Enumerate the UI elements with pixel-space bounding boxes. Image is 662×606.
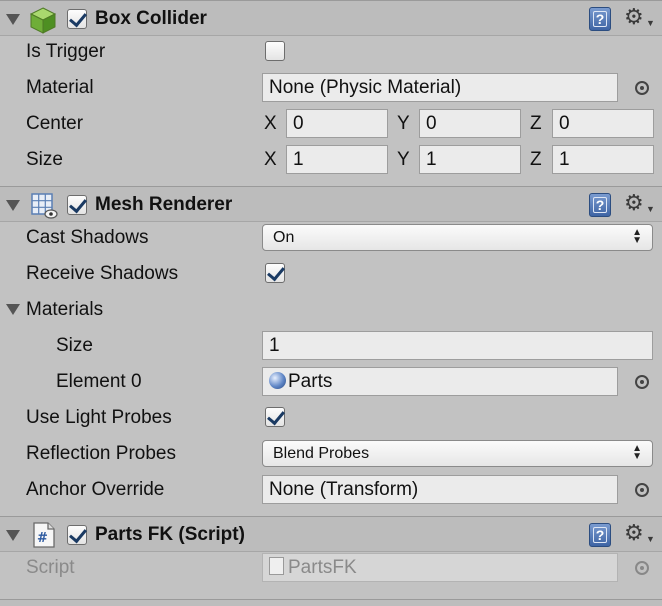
cast-shadows-label: Cast Shadows [26,227,149,248]
reflection-probes-value: Blend Probes [273,445,370,462]
dropdown-arrows-icon: ▲ ▼ [632,443,642,462]
help-book-icon[interactable]: ? [589,523,611,547]
box-collider-foldout-arrow[interactable] [6,14,20,25]
element-0-field[interactable]: Parts [262,367,618,396]
parts-fk-foldout-arrow[interactable] [6,530,20,541]
parts-fk-header[interactable]: # Parts FK (Script) ? ⚙ ▼ [0,516,662,552]
gear-caret-icon: ▼ [646,18,655,28]
green-cube-icon [29,6,57,40]
svg-text:#: # [37,531,48,546]
receive-shadows-label: Receive Shadows [26,263,179,284]
center-z-field[interactable]: 0 [552,109,654,138]
element-0-label: Element 0 [56,371,142,392]
gear-caret-icon: ▼ [646,204,655,214]
material-picker-icon[interactable] [635,81,649,95]
script-picker-icon [635,561,649,575]
anchor-override-label: Anchor Override [26,479,165,500]
mesh-renderer-foldout-arrow[interactable] [6,200,20,211]
size-z-field[interactable]: 1 [552,145,654,174]
script-file-icon [269,557,284,575]
material-field[interactable]: None (Physic Material) [262,73,618,102]
cast-shadows-dropdown[interactable]: On ▲ ▼ [262,224,653,251]
anchor-override-field[interactable]: None (Transform) [262,475,618,504]
gear-icon[interactable]: ⚙ [624,522,644,544]
parts-fk-title: Parts FK (Script) [95,524,245,545]
materials-label[interactable]: Materials [26,299,103,321]
size-label: Size [26,149,63,170]
use-light-probes-label: Use Light Probes [26,407,172,428]
cast-shadows-value: On [273,229,295,246]
help-book-icon[interactable]: ? [589,7,611,31]
help-book-icon[interactable]: ? [589,193,611,217]
inspector-bottom-divider [0,599,662,606]
center-x-field[interactable]: 0 [286,109,388,138]
element-0-picker-icon[interactable] [635,375,649,389]
mesh-renderer-header[interactable]: Mesh Renderer ? ⚙ ▼ [0,186,662,222]
size-y-field[interactable]: 1 [419,145,521,174]
use-light-probes-checkbox[interactable] [265,407,285,427]
size-z-label[interactable]: Z [530,149,542,171]
reflection-probes-dropdown[interactable]: Blend Probes ▲ ▼ [262,440,653,467]
receive-shadows-checkbox[interactable] [265,263,285,283]
is-trigger-label: Is Trigger [26,41,106,62]
parts-fk-enabled-checkbox[interactable] [67,525,87,545]
center-z-label[interactable]: Z [530,113,542,135]
center-x-label[interactable]: X [264,113,277,135]
materials-size-field[interactable]: 1 [262,331,653,360]
script-field: PartsFK [262,553,618,582]
script-label: Script [26,557,75,578]
box-collider-header[interactable]: Box Collider ? ⚙ ▼ [0,0,662,36]
anchor-override-picker-icon[interactable] [635,483,649,497]
box-collider-title: Box Collider [95,8,207,29]
material-label: Material [26,77,94,98]
reflection-probes-label: Reflection Probes [26,443,176,464]
mesh-grid-icon [30,192,58,226]
mesh-renderer-enabled-checkbox[interactable] [67,195,87,215]
center-label: Center [26,113,84,134]
csharp-script-icon: # [31,522,57,554]
gear-icon[interactable]: ⚙ [624,6,644,28]
materials-size-label: Size [56,335,93,356]
gear-icon[interactable]: ⚙ [624,192,644,214]
gear-caret-icon: ▼ [646,534,655,544]
mesh-renderer-title: Mesh Renderer [95,194,233,215]
script-value: PartsFK [288,557,357,578]
element-0-value: Parts [288,371,333,392]
dropdown-arrows-icon: ▲ ▼ [632,227,642,246]
size-x-label[interactable]: X [264,149,277,171]
is-trigger-checkbox[interactable] [265,41,285,61]
size-y-label[interactable]: Y [397,149,410,171]
materials-foldout-arrow[interactable] [6,304,20,315]
center-y-label[interactable]: Y [397,113,410,135]
material-sphere-icon [269,372,286,389]
center-y-field[interactable]: 0 [419,109,521,138]
box-collider-enabled-checkbox[interactable] [67,9,87,29]
size-x-field[interactable]: 1 [286,145,388,174]
